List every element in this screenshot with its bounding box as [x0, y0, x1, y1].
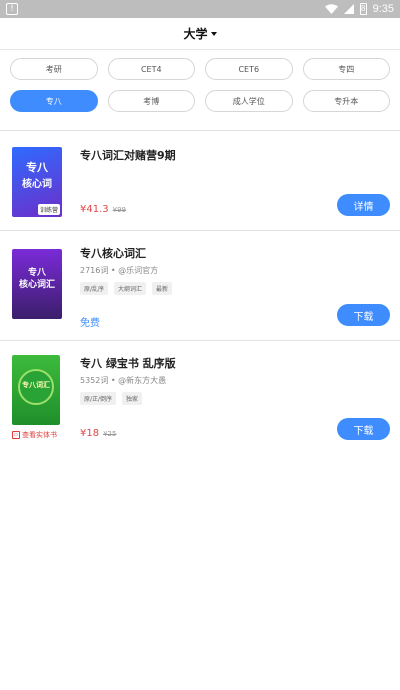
- item-meta: 5352词 • @新东方大愚: [80, 376, 167, 385]
- battery-icon: 8: [359, 3, 367, 15]
- tag: 原/正/倒序: [80, 392, 117, 405]
- current-price: ¥18: [80, 428, 100, 439]
- chip-kaobo[interactable]: 考博: [107, 90, 195, 112]
- cover-title-line2: 核心词汇: [18, 280, 55, 290]
- category-filter: 考研 CET4 CET6 专四 专八 考博 成人学位 专升本: [0, 58, 400, 122]
- chip-zhuanshengben[interactable]: 专升本: [302, 90, 390, 112]
- book-icon: ▭: [12, 431, 20, 439]
- tag: 最新: [152, 282, 173, 295]
- view-physical-book[interactable]: ▭ 查看实体书: [12, 430, 57, 440]
- book-cover: 专八 核心词 训练营: [12, 147, 62, 217]
- chip-row-1: 考研 CET4 CET6 专四: [0, 58, 400, 80]
- tag: 原/乱序: [80, 282, 109, 295]
- price: ¥41.3 ¥99: [80, 204, 126, 215]
- tag: 独家: [122, 392, 143, 405]
- item-title: 专八核心词汇: [80, 247, 146, 260]
- book-cover: 专八词汇: [12, 355, 60, 425]
- item-title: 专八 绿宝书 乱序版: [80, 357, 176, 370]
- chip-row-2: 专八 考博 成人学位 专升本: [0, 90, 400, 112]
- cover-title-line1: 专八词汇: [22, 381, 50, 389]
- list-item[interactable]: 专八 核心词汇 专八核心词汇 2716词 • @乐词官方 原/乱序 大纲词汇 最…: [0, 231, 400, 340]
- cover-corner-label: 训练营: [37, 204, 60, 215]
- chevron-down-icon: [210, 31, 217, 36]
- chip-chengren[interactable]: 成人学位: [205, 90, 293, 112]
- wifi-icon: [324, 4, 338, 14]
- view-physical-book-label: 查看实体书: [22, 431, 57, 439]
- original-price: ¥25: [103, 430, 117, 438]
- price: ¥18 ¥25: [80, 428, 116, 439]
- details-button[interactable]: 详情: [337, 194, 390, 216]
- download-button[interactable]: 下载: [337, 418, 390, 440]
- page-title: 大学: [183, 27, 208, 41]
- cover-title-line2: 核心词: [22, 179, 52, 190]
- tag: 大纲词汇: [114, 282, 147, 295]
- list-item[interactable]: 专八 核心词 训练营 专八词汇对赌营9期 ¥41.3 ¥99 详情: [0, 131, 400, 230]
- signal-icon: [343, 4, 354, 14]
- item-title: 专八词汇对赌营9期: [80, 149, 176, 162]
- current-price: ¥41.3: [80, 204, 109, 215]
- tag-list: 原/正/倒序 独家: [80, 392, 143, 405]
- status-icons: 8 9:35: [324, 2, 394, 16]
- free-label: 免费: [80, 318, 100, 329]
- chip-kaoyan[interactable]: 考研: [10, 58, 98, 80]
- level-selector[interactable]: 大学: [183, 25, 217, 42]
- chip-zhuansi[interactable]: 专四: [302, 58, 390, 80]
- book-cover: 专八 核心词汇: [12, 249, 62, 319]
- notification-icon: !: [6, 3, 18, 15]
- chip-cet4[interactable]: CET4: [107, 58, 195, 80]
- chip-cet6[interactable]: CET6: [205, 58, 293, 80]
- status-bar: ! 8 9:35: [0, 0, 400, 18]
- original-price: ¥99: [112, 206, 127, 214]
- tag-list: 原/乱序 大纲词汇 最新: [80, 282, 173, 295]
- status-time: 9:35: [372, 3, 394, 15]
- chip-zhuanba[interactable]: 专八: [10, 90, 98, 112]
- download-button[interactable]: 下载: [337, 304, 390, 326]
- list-item[interactable]: 专八词汇 ▭ 查看实体书 专八 绿宝书 乱序版 5352词 • @新东方大愚 原…: [0, 341, 400, 451]
- item-meta: 2716词 • @乐词官方: [80, 266, 159, 275]
- cover-title-line1: 专八: [26, 161, 48, 174]
- top-bar: 大学: [0, 18, 400, 50]
